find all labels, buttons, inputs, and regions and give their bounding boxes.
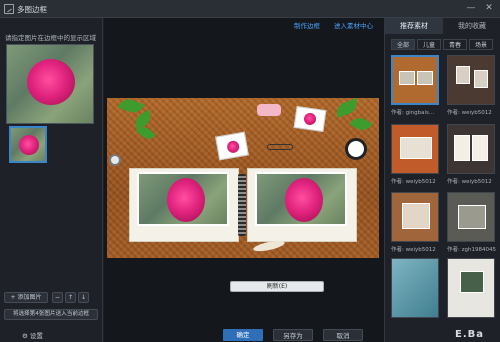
card-photo xyxy=(474,70,488,88)
leaf-decoration xyxy=(333,98,361,118)
frame-photo-slot-1[interactable] xyxy=(137,172,229,226)
card-photo xyxy=(402,203,430,229)
card-photo xyxy=(456,66,470,84)
frame-template-card[interactable] xyxy=(391,124,439,174)
rose-small-image xyxy=(226,139,241,154)
frame-template-card[interactable] xyxy=(447,258,495,318)
card-photo xyxy=(399,71,415,85)
move-down-button[interactable]: ↓ xyxy=(78,292,89,303)
selected-image-preview[interactable] xyxy=(6,44,94,124)
author-label: 作者: zgh1984045 xyxy=(447,247,496,253)
small-photo-decoration xyxy=(293,106,327,132)
subtab-scene[interactable]: 场景 xyxy=(469,39,493,50)
image-thumbnail[interactable] xyxy=(9,126,47,163)
gear-icon: ⚙ xyxy=(22,332,28,340)
left-panel: 请指定图片在边框中的显示区域 + 添加图片 − ↑ ↓ 将选择第4张图片送入当前… xyxy=(0,18,103,342)
title-bar: 多图边框 — ✕ xyxy=(0,0,500,18)
watch-decoration xyxy=(109,154,121,166)
card-photo xyxy=(460,271,484,293)
frame-template-card[interactable] xyxy=(447,55,495,105)
rose-small-image xyxy=(303,112,317,126)
save-as-button[interactable]: 另存为 xyxy=(273,329,313,341)
settings-button[interactable]: ⚙ 设置 xyxy=(22,331,74,342)
subtab-youth[interactable]: 青春 xyxy=(443,39,467,50)
author-label: 作者: weiyb5012 xyxy=(447,179,492,185)
card-photo xyxy=(417,71,433,85)
frame-template-card[interactable] xyxy=(391,192,439,242)
frame-app-icon xyxy=(4,4,14,14)
frame-template-card[interactable] xyxy=(391,258,439,318)
settings-label: 设置 xyxy=(29,332,43,340)
cancel-button[interactable]: 取消 xyxy=(323,329,363,341)
frame-preview-canvas[interactable] xyxy=(107,98,379,258)
add-image-button[interactable]: + 添加图片 xyxy=(4,292,48,303)
subtab-all[interactable]: 全部 xyxy=(391,39,415,50)
tab-recommended[interactable]: 推荐素材 xyxy=(385,18,443,34)
material-panel: 推荐素材 我的收藏 全部 儿童 青春 场景 作者: gingbais... 作者… xyxy=(384,18,500,342)
card-photo xyxy=(472,135,488,161)
frame-template-card[interactable] xyxy=(447,192,495,242)
ok-button[interactable]: 确定 xyxy=(223,329,263,341)
rose-thumb-image xyxy=(19,135,39,155)
subtab-children[interactable]: 儿童 xyxy=(417,39,441,50)
frame-template-card[interactable] xyxy=(447,124,495,174)
remove-image-button[interactable]: − xyxy=(52,292,63,303)
small-photo-decoration xyxy=(215,131,249,161)
leaf-decoration xyxy=(349,113,373,135)
window-title: 多图边框 xyxy=(17,5,47,14)
move-up-button[interactable]: ↑ xyxy=(65,292,76,303)
enter-library-link[interactable]: 进入素材中心 xyxy=(334,20,373,30)
rose-image xyxy=(167,178,205,222)
refresh-button[interactable]: 刷新(E) xyxy=(230,281,324,292)
frame-photo-slot-2[interactable] xyxy=(255,172,347,226)
coffee-cup-decoration xyxy=(345,138,367,160)
author-label: 作者: weiyb5012 xyxy=(391,247,436,253)
card-photo xyxy=(458,205,486,229)
make-frame-link[interactable]: 制作边框 xyxy=(294,20,320,30)
apply-to-frame-button[interactable]: 将选择第4张图片送入当前边框 xyxy=(4,309,98,320)
glasses-decoration xyxy=(267,144,293,150)
close-button[interactable]: ✕ xyxy=(482,2,496,14)
minimize-button[interactable]: — xyxy=(464,2,478,14)
radio-decoration xyxy=(257,104,281,116)
display-area-hint: 请指定图片在边框中的显示区域 xyxy=(5,34,96,42)
author-label: 作者: weiyb5012 xyxy=(391,179,436,185)
rose-image xyxy=(285,178,323,222)
card-photo xyxy=(400,137,432,159)
card-thumbnail xyxy=(392,259,438,317)
site-watermark: E.Ba xyxy=(455,329,484,340)
album-spiral xyxy=(238,174,246,236)
rose-image xyxy=(27,59,75,105)
preview-area: 制作边框 进入素材中心 刷新(E) xyxy=(104,18,384,342)
card-photo xyxy=(454,135,470,161)
tab-favorites[interactable]: 我的收藏 xyxy=(443,18,500,34)
author-label: 作者: weiyb5012 xyxy=(447,110,492,116)
frame-template-card[interactable] xyxy=(391,55,439,105)
author-label: 作者: gingbais... xyxy=(391,110,435,116)
